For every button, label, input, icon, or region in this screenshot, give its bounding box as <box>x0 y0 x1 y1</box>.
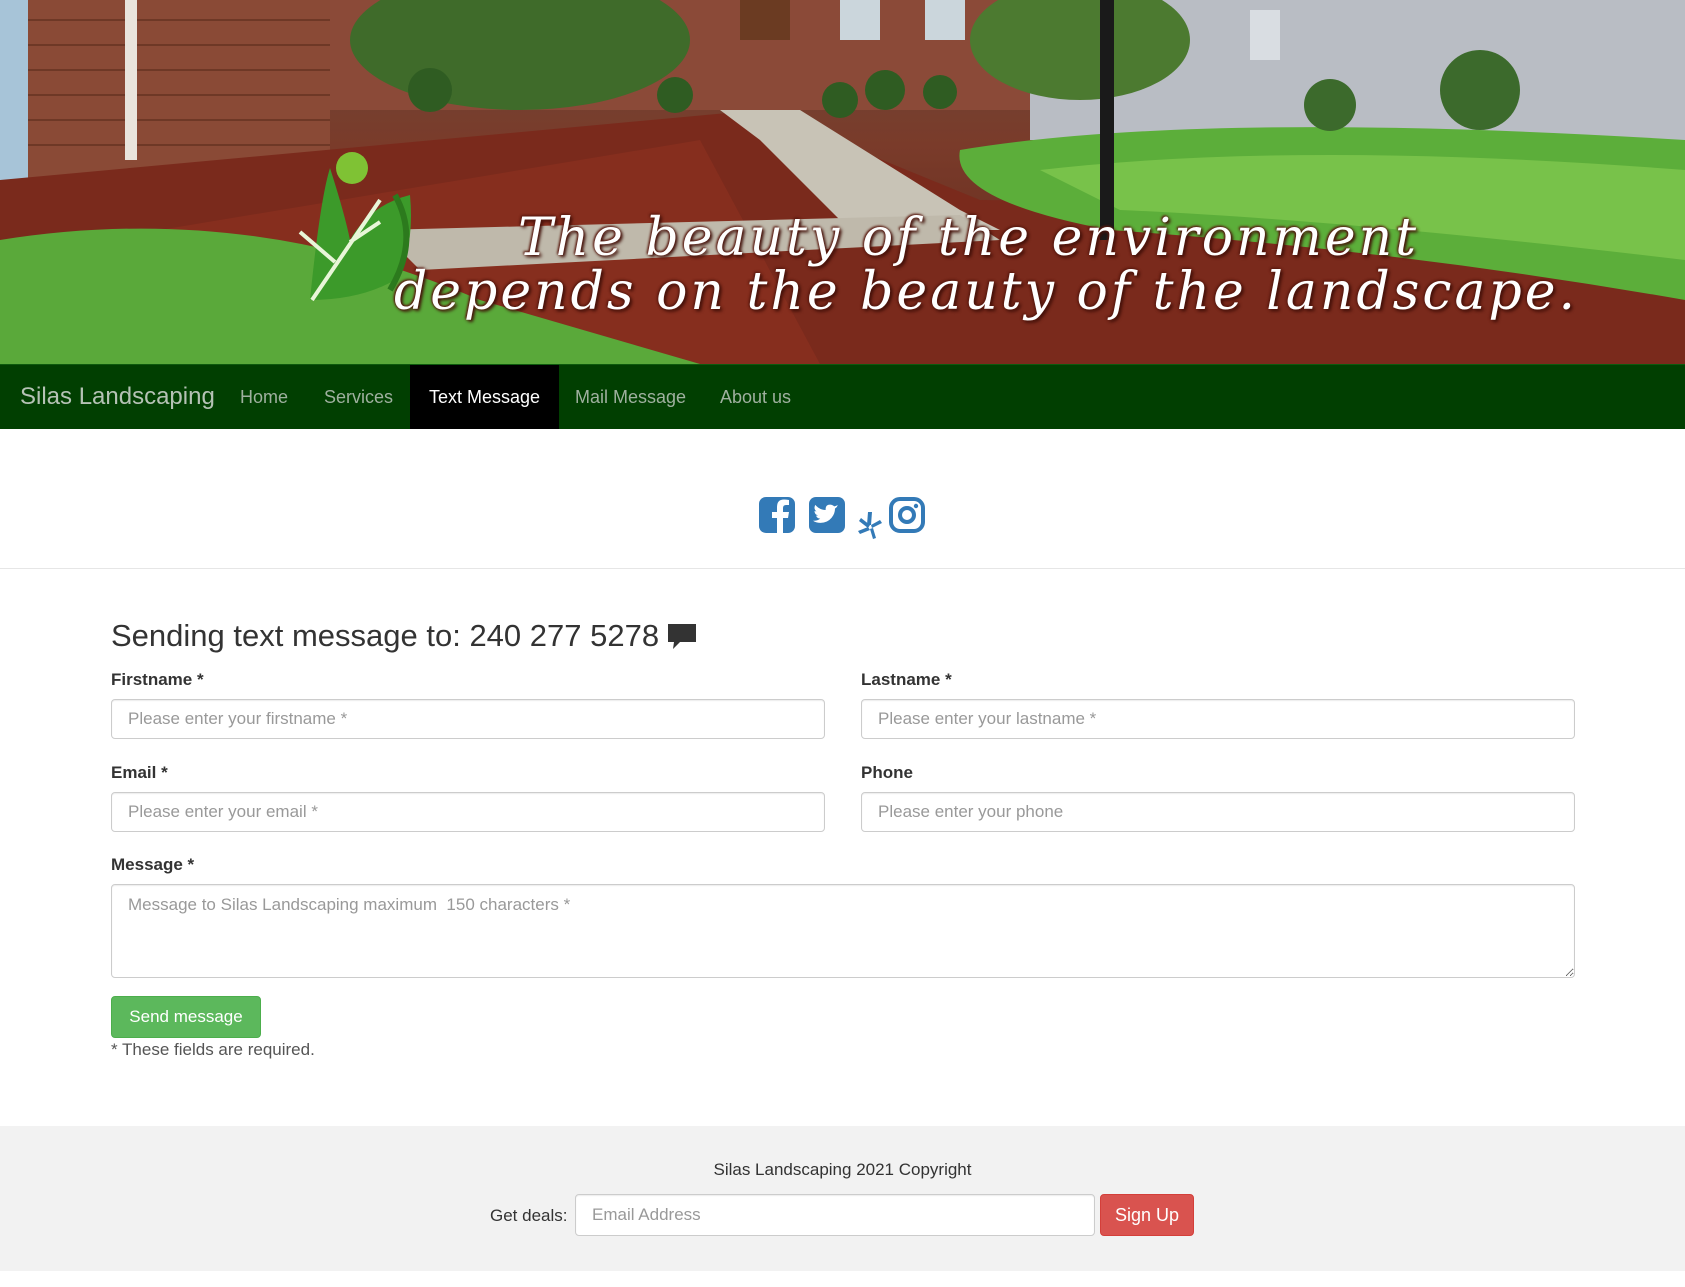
email-label: Email * <box>111 763 168 782</box>
section-divider <box>0 568 1685 569</box>
hero-tagline-line2: depends on the beauty of the landscape. <box>394 262 1579 322</box>
required-fields-note: * These fields are required. <box>111 1040 315 1059</box>
phone-label: Phone <box>861 763 913 782</box>
instagram-icon[interactable] <box>888 496 926 539</box>
navbar-brand[interactable]: Silas Landscaping <box>20 383 215 411</box>
send-message-button[interactable]: Send message <box>111 996 261 1038</box>
email-input[interactable] <box>111 792 825 832</box>
hero-tagline-line1: The beauty of the environment <box>518 208 1419 268</box>
get-deals-label: Get deals: <box>490 1206 568 1225</box>
navbar: Silas Landscaping Home Services Text Mes… <box>0 364 1685 429</box>
yelp-icon[interactable] <box>856 510 884 545</box>
firstname-input[interactable] <box>111 699 825 739</box>
twitter-icon[interactable] <box>808 496 846 539</box>
nav-item-about-us[interactable]: About us <box>701 365 810 429</box>
copyright-text: Silas Landscaping 2021 Copyright <box>713 1160 972 1179</box>
form-title: Sending text message to: 240 277 5278 <box>111 618 660 653</box>
facebook-icon[interactable] <box>758 496 796 539</box>
lastname-input[interactable] <box>861 699 1575 739</box>
firstname-label: Firstname * <box>111 670 204 689</box>
chat-bubble-icon <box>666 622 698 657</box>
nav-item-services[interactable]: Services <box>305 365 412 429</box>
message-textarea[interactable] <box>111 884 1575 978</box>
phone-input[interactable] <box>861 792 1575 832</box>
message-label: Message * <box>111 855 195 874</box>
nav-item-text-message[interactable]: Text Message <box>410 365 560 429</box>
nav-item-mail-message[interactable]: Mail Message <box>556 365 705 429</box>
nav-item-home[interactable]: Home <box>221 365 307 429</box>
deals-email-input[interactable] <box>575 1194 1095 1236</box>
page-bottom <box>0 1271 1685 1287</box>
sign-up-button[interactable]: Sign Up <box>1100 1194 1194 1236</box>
lastname-label: Lastname * <box>861 670 952 689</box>
footer: Silas Landscaping 2021 Copyright Get dea… <box>0 1126 1685 1271</box>
hero-banner: The beauty of the environment depends on… <box>0 0 1685 364</box>
